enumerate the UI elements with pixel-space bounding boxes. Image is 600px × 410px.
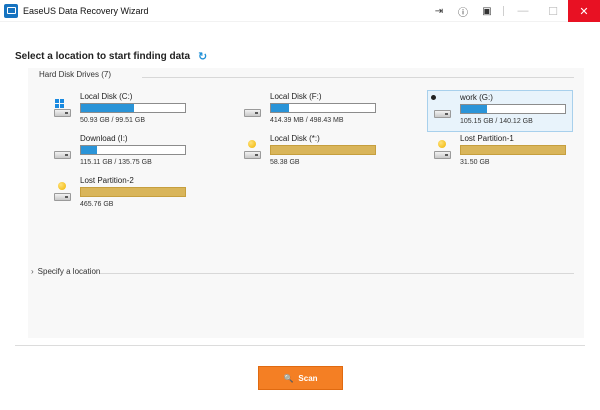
- drive-name: Lost Partition-2: [80, 176, 134, 185]
- drive-size: 115.11 GB / 135.75 GB: [80, 159, 152, 166]
- drive-item-lost-partition-1[interactable]: Lost Partition-1 31.50 GB: [432, 134, 582, 174]
- refresh-icon[interactable]: ↻: [198, 50, 207, 63]
- close-button[interactable]: ✕: [568, 0, 600, 22]
- maximize-button[interactable]: ☐: [538, 0, 568, 22]
- usage-bar-fill: [81, 104, 135, 112]
- specify-location-label: Specify a location: [37, 267, 101, 276]
- drive-name: work (G:): [460, 93, 493, 102]
- partition-bar: [460, 145, 566, 155]
- drive-item-c[interactable]: Local Disk (C:) 50.93 GB / 99.51 GB: [52, 92, 202, 132]
- scan-button-label: Scan: [298, 373, 318, 383]
- window-title: EaseUS Data Recovery Wizard: [23, 5, 149, 16]
- scan-button[interactable]: 🔍 Scan: [258, 366, 343, 390]
- partition-bar: [80, 187, 186, 197]
- partition-bar: [270, 145, 376, 155]
- drive-name: Lost Partition-1: [460, 134, 514, 143]
- usage-bar-fill: [271, 104, 289, 112]
- footer-divider: [15, 345, 585, 346]
- windows-drive-icon: [52, 98, 72, 120]
- heading-row: Select a location to start finding data …: [15, 50, 207, 63]
- group-divider: [142, 77, 574, 78]
- partition-drive-icon: [242, 140, 262, 162]
- info-icon[interactable]: ⓘ: [451, 0, 475, 22]
- partition-drive-icon: [432, 140, 452, 162]
- drive-size: 50.93 GB / 99.51 GB: [80, 117, 145, 124]
- drive-size: 105.15 GB / 140.12 GB: [460, 118, 533, 125]
- specify-divider: [100, 273, 574, 274]
- drive-size: 414.39 MB / 498.43 MB: [270, 117, 344, 124]
- drive-item-lost-partition-2[interactable]: Lost Partition-2 465.76 GB: [52, 176, 202, 216]
- hard-drive-icon: [432, 99, 452, 121]
- title-bar: EaseUS Data Recovery Wizard ⇥ ⓘ ▣ — ☐ ✕: [0, 0, 600, 22]
- drive-size: 31.50 GB: [460, 159, 490, 166]
- usage-bar-fill: [81, 146, 97, 154]
- page-title: Select a location to start finding data: [15, 51, 191, 62]
- hard-disk-group-title: Hard Disk Drives (7): [39, 70, 112, 79]
- drive-item-i[interactable]: Download (I:) 115.11 GB / 135.75 GB: [52, 134, 202, 174]
- usage-bar: [80, 145, 186, 155]
- usage-bar-fill: [461, 105, 487, 113]
- windows-logo-icon: [55, 99, 64, 108]
- drive-name: Local Disk (C:): [80, 92, 133, 101]
- search-icon: 🔍: [283, 373, 294, 383]
- specify-location-toggle[interactable]: › Specify a location: [31, 267, 100, 276]
- drive-name: Download (I:): [80, 134, 128, 143]
- usage-bar: [270, 103, 376, 113]
- menu-icon[interactable]: ▣: [475, 0, 499, 22]
- hard-drive-icon: [242, 98, 262, 120]
- drive-name: Local Disk (F:): [270, 92, 322, 101]
- chevron-right-icon: ›: [31, 267, 34, 276]
- drive-item-g[interactable]: work (G:) 105.15 GB / 140.12 GB: [427, 90, 573, 132]
- partition-drive-icon: [52, 182, 72, 204]
- title-bar-controls: ⇥ ⓘ ▣ — ☐ ✕: [427, 0, 600, 22]
- usage-bar: [80, 103, 186, 113]
- minimize-button[interactable]: —: [508, 0, 538, 22]
- hard-drive-icon: [52, 140, 72, 162]
- toolbar-divider: [503, 6, 504, 16]
- drive-item-unlettered[interactable]: Local Disk (*:) 58.38 GB: [242, 134, 392, 174]
- drive-size: 465.76 GB: [80, 201, 114, 208]
- usage-bar: [460, 104, 566, 114]
- import-icon[interactable]: ⇥: [427, 0, 451, 22]
- drive-item-f[interactable]: Local Disk (F:) 414.39 MB / 498.43 MB: [242, 92, 392, 132]
- app-logo-icon: [4, 3, 18, 18]
- drive-name: Local Disk (*:): [270, 134, 320, 143]
- drive-size: 58.38 GB: [270, 159, 300, 166]
